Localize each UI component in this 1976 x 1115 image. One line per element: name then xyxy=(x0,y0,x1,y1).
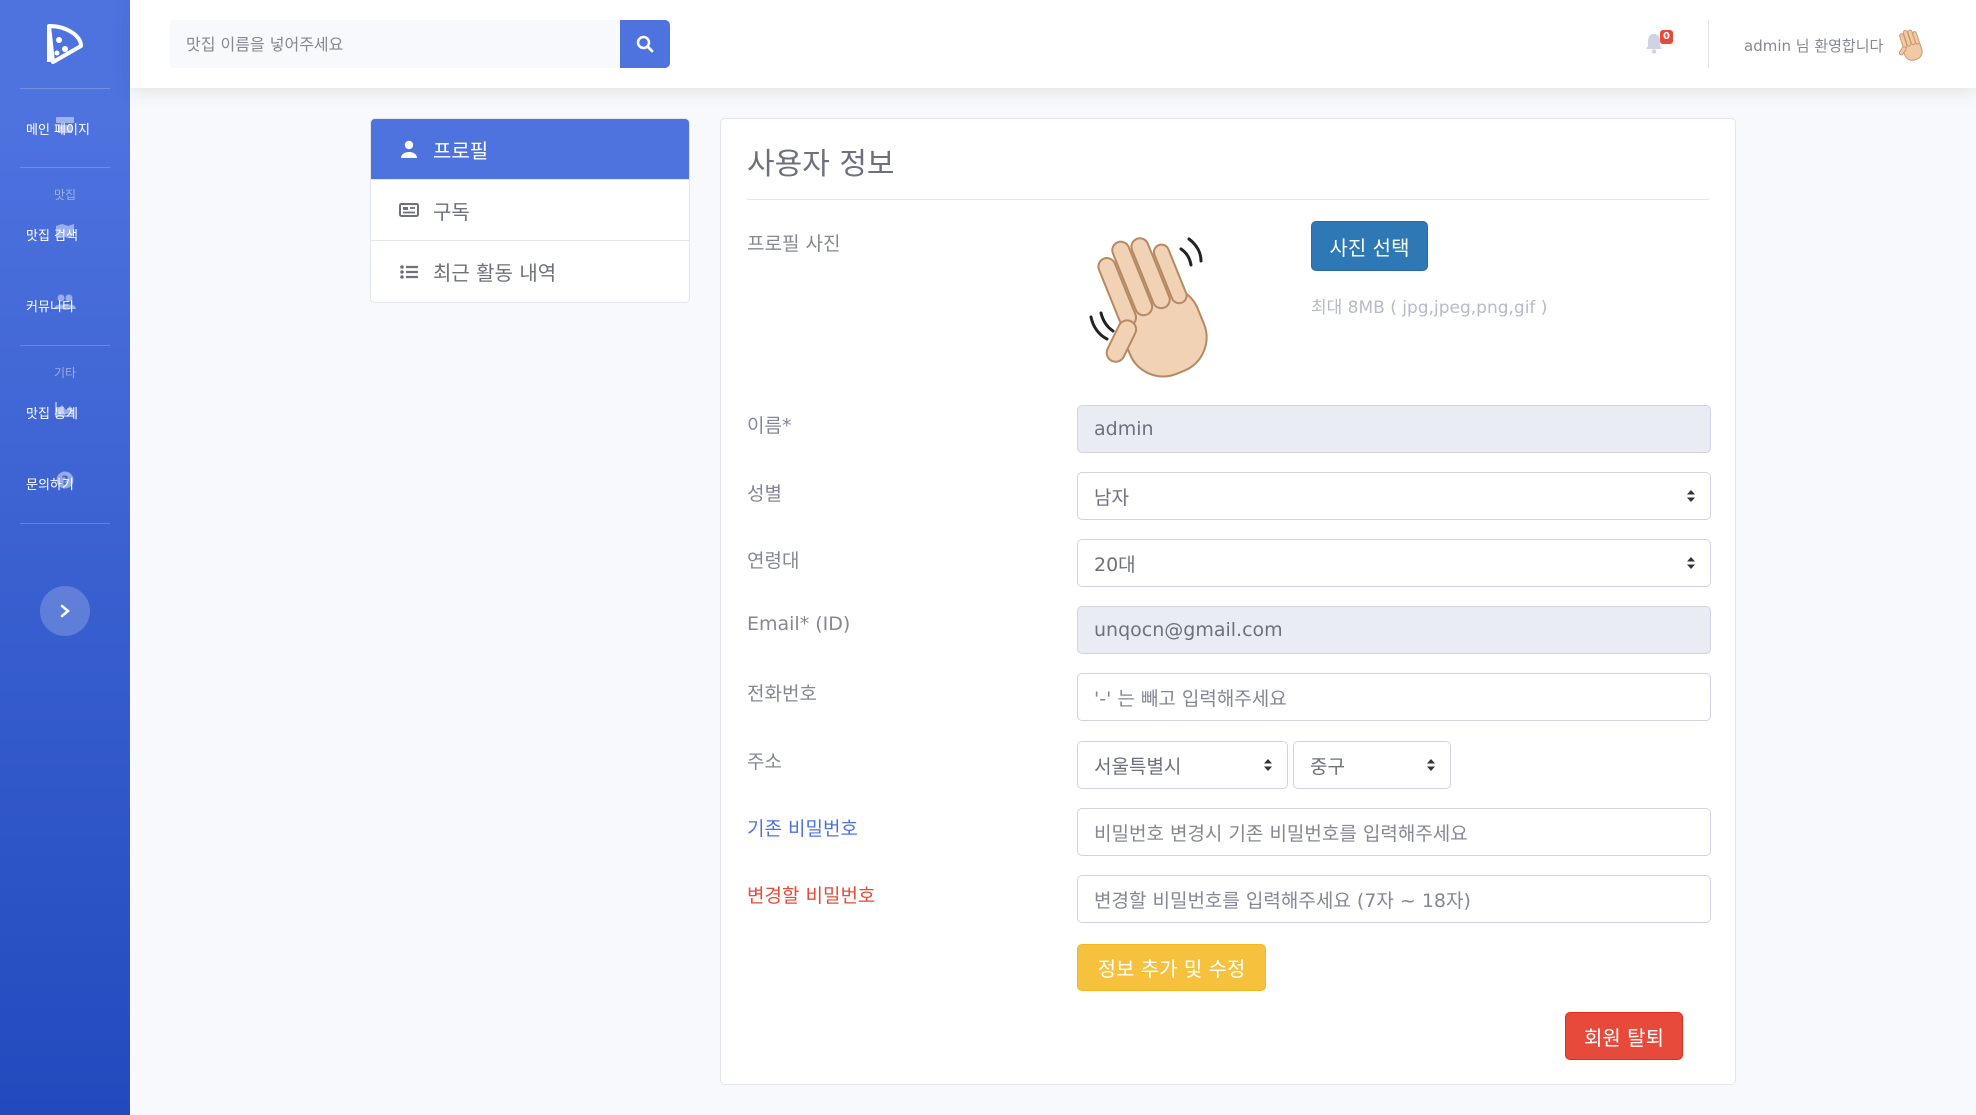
menu-item-label: 구독 xyxy=(433,199,470,224)
menu-item-profile[interactable]: 프로필 xyxy=(371,119,689,180)
new-password-input[interactable]: 변경할 비밀번호를 입력해주세요 (7자 ~ 18자) xyxy=(1077,875,1711,923)
sidebar-heading: 기타 xyxy=(53,366,77,380)
sidebar-divider xyxy=(20,345,110,346)
menu-item-label: 프로필 xyxy=(433,138,489,163)
topbar-divider xyxy=(1708,20,1709,68)
menu-item-recent-activity[interactable]: 최근 활동 내역 xyxy=(371,241,689,302)
phone-input[interactable]: '-' 는 빼고 입력해주세요 xyxy=(1077,673,1711,721)
page-title: 사용자 정보 xyxy=(747,147,895,182)
sidebar-heading: 맛집 xyxy=(53,188,77,202)
user-menu[interactable]: admin 님 환영합니다 xyxy=(1744,26,1931,64)
search-icon xyxy=(636,35,654,53)
sidebar-item-statistics[interactable]: 맛집 통계 xyxy=(0,381,130,443)
gender-value: 남자 xyxy=(1094,486,1129,509)
search-input[interactable] xyxy=(170,20,620,68)
menu-item-label: 최근 활동 내역 xyxy=(433,261,557,285)
email-field[interactable]: unqocn@gmail.com xyxy=(1077,606,1711,654)
waving-hand-icon xyxy=(1089,237,1208,378)
city-value: 서울특별시 xyxy=(1094,755,1182,778)
notification-count-badge: 0 xyxy=(1660,30,1673,44)
profile-photo-label: 프로필 사진 xyxy=(747,233,841,255)
user-info-card: 사용자 정보 프로필 사진 사진 선택 최대 8MB ( jpg,jpeg,pn… xyxy=(720,118,1736,1085)
current-password-label: 기존 비밀번호 xyxy=(747,818,858,840)
select-arrows-icon xyxy=(1427,759,1435,771)
sidebar-item-label: 메인 페이지 xyxy=(26,122,90,138)
chevron-right-icon xyxy=(60,604,70,618)
current-password-placeholder: 비밀번호 변경시 기존 비밀번호를 입력해주세요 xyxy=(1094,822,1468,845)
sidebar-item-inquiry[interactable]: ? 문의하기 xyxy=(0,443,130,523)
sidebar-item-label: 맛집 통계 xyxy=(26,406,78,422)
name-field[interactable]: admin xyxy=(1077,405,1711,453)
select-arrows-icon xyxy=(1687,490,1695,502)
age-group-value: 20대 xyxy=(1094,553,1136,576)
sidebar-item-label: 맛집 검색 xyxy=(26,228,78,244)
save-info-button[interactable]: 정보 추가 및 수정 xyxy=(1077,944,1266,991)
new-password-label: 변경할 비밀번호 xyxy=(747,885,876,907)
topbar: 0 admin 님 환영합니다 xyxy=(130,0,1976,88)
sidebar-item-label: 문의하기 xyxy=(26,477,74,493)
user-icon xyxy=(399,140,419,158)
district-select[interactable]: 중구 xyxy=(1293,741,1451,789)
menu-item-subscription[interactable]: 구독 xyxy=(371,180,689,241)
phone-label: 전화번호 xyxy=(747,683,817,705)
address-label: 주소 xyxy=(747,751,782,773)
phone-placeholder: '-' 는 빼고 입력해주세요 xyxy=(1094,687,1287,710)
list-icon xyxy=(399,264,419,279)
brand-logo[interactable] xyxy=(0,0,130,88)
pizza-logo-icon xyxy=(47,24,83,64)
email-label: Email* (ID) xyxy=(747,613,851,635)
user-greeting: admin 님 환영합니다 xyxy=(1744,36,1884,55)
email-value: unqocn@gmail.com xyxy=(1094,619,1283,641)
photo-size-hint: 최대 8MB ( jpg,jpeg,png,gif ) xyxy=(1311,298,1548,318)
newspaper-icon xyxy=(399,203,419,217)
age-group-label: 연령대 xyxy=(747,550,800,572)
district-value: 중구 xyxy=(1310,755,1345,778)
select-arrows-icon xyxy=(1264,759,1272,771)
sidebar-item-main[interactable]: 메인 페이지 xyxy=(0,89,130,167)
sidebar-divider xyxy=(20,523,110,524)
search-bar xyxy=(170,20,670,68)
withdraw-account-button[interactable]: 회원 탈퇴 xyxy=(1565,1012,1683,1060)
sidebar-divider xyxy=(20,167,110,168)
waving-hand-avatar-icon xyxy=(1899,29,1924,61)
sidebar-item-restaurant-search[interactable]: 맛집 검색 xyxy=(0,203,130,265)
profile-side-menu: 프로필 구독 최근 활동 내역 xyxy=(370,118,690,303)
gender-select[interactable]: 남자 xyxy=(1077,472,1711,520)
name-label: 이름* xyxy=(747,415,792,437)
title-divider xyxy=(747,199,1709,200)
select-arrows-icon xyxy=(1687,557,1695,569)
search-button[interactable] xyxy=(620,20,670,68)
sidebar-item-community[interactable]: 커뮤니티 xyxy=(0,265,130,345)
sidebar-toggle-button[interactable] xyxy=(40,586,90,636)
age-group-select[interactable]: 20대 xyxy=(1077,539,1711,587)
city-select[interactable]: 서울특별시 xyxy=(1077,741,1288,789)
sidebar: 메인 페이지 맛집 맛집 검색 커뮤니티 기타 맛집 통계 ? 문의하기 xyxy=(0,0,130,1115)
current-password-input[interactable]: 비밀번호 변경시 기존 비밀번호를 입력해주세요 xyxy=(1077,808,1711,856)
sidebar-item-label: 커뮤니티 xyxy=(26,299,74,315)
gender-label: 성별 xyxy=(747,483,782,505)
select-photo-button[interactable]: 사진 선택 xyxy=(1311,221,1428,271)
profile-photo-image xyxy=(1081,227,1231,391)
new-password-placeholder: 변경할 비밀번호를 입력해주세요 (7자 ~ 18자) xyxy=(1094,889,1471,912)
name-value: admin xyxy=(1094,418,1154,440)
